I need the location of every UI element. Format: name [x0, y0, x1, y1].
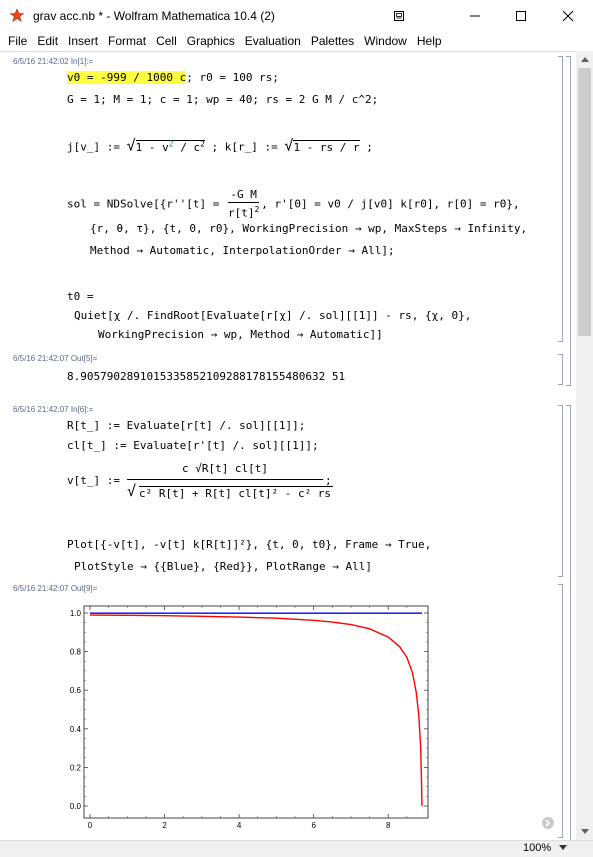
suggestions-arrow-icon[interactable]	[541, 816, 555, 830]
input-line-R[interactable]: R[t_] := Evaluate[r[t] /. sol][[1]];	[67, 419, 305, 433]
cell-label-in1: 6/5/16 21:42:02 In[1]:=	[13, 57, 94, 66]
x-tick-label: 8	[386, 821, 391, 828]
input-line-constants[interactable]: G = 1; M = 1; c = 1; wp = 40; rs = 2 G M…	[67, 93, 378, 107]
menu-graphics[interactable]: Graphics	[182, 31, 240, 51]
input-line-cl[interactable]: cl[t_] := Evaluate[r'[t] /. sol][[1]];	[67, 439, 319, 453]
input-text: v[t_] :=	[67, 474, 120, 487]
cell-label-out5: 6/5/16 21:42:07 Out[5]=	[13, 354, 98, 363]
cell-label-in6: 6/5/16 21:42:07 In[6]:=	[13, 405, 94, 414]
sqrt-sign: √	[126, 136, 136, 155]
vertical-scrollbar[interactable]	[576, 51, 593, 840]
plot-frame	[83, 605, 429, 819]
cell-frame-icon[interactable]	[376, 0, 422, 31]
input-line-v[interactable]: v[t_] :=	[67, 474, 120, 488]
y-tick-label: 0.4	[70, 725, 82, 734]
menu-evaluation[interactable]: Evaluation	[240, 31, 306, 51]
input-line-ndsolve[interactable]: sol = NDSolve[{r''[t] = -G Mr[t]2, r'[0]…	[67, 188, 520, 221]
x-tick-label: 6	[311, 821, 316, 828]
input-line-findroot-options[interactable]: WorkingPrecision → wp, Method → Automati…	[98, 328, 383, 342]
mathematica-icon	[9, 7, 25, 22]
cell-bracket-in6[interactable]	[558, 405, 563, 577]
zoom-level[interactable]: 100%	[523, 840, 551, 857]
y-tick-label: 0.8	[70, 648, 82, 657]
input-line-v0[interactable]: v0 = -999 / 1000 c; r0 = 100 rs;	[67, 71, 279, 85]
v-fraction-line	[127, 479, 323, 480]
x-tick-label: 4	[237, 821, 242, 828]
y-tick-label: 0.6	[70, 686, 82, 695]
menu-bar: File Edit Insert Format Cell Graphics Ev…	[0, 31, 593, 51]
exponent: 2	[254, 205, 260, 214]
menu-window[interactable]: Window	[359, 31, 412, 51]
scroll-down-arrow-icon[interactable]	[576, 823, 593, 840]
menu-edit[interactable]: Edit	[32, 31, 63, 51]
cell-label-out9: 6/5/16 21:42:07 Out[9]=	[13, 584, 98, 593]
fraction: -G Mr[t]2	[227, 188, 260, 221]
radicand-text: 1 - v	[135, 140, 169, 154]
plot-graphic[interactable]: 0 2 4 6 8 0.0 0.2 0.4 0.6 0.8 1.0	[56, 598, 436, 828]
input-text: ;	[359, 140, 373, 154]
x-tick-label: 2	[162, 821, 167, 828]
radicand-k: 1 - rs / r	[293, 139, 360, 154]
zoom-dropdown-icon[interactable]	[559, 845, 567, 850]
y-tick-label: 0.2	[70, 763, 82, 772]
y-tick-label: 0.0	[70, 802, 82, 811]
input-text: ; k[r_] :=	[204, 140, 285, 154]
close-button[interactable]	[545, 0, 591, 31]
scrollbar-thumb[interactable]	[578, 68, 591, 336]
v-denominator: √ c² R[t] + R[t] cl[t]² - c² rs	[127, 482, 334, 501]
v-numerator: c √R[t] cl[t]	[181, 462, 269, 475]
radicand-text: / c	[173, 140, 201, 154]
group-bracket-1[interactable]	[566, 56, 571, 386]
output-t0-value[interactable]: 8.9057902891015335852109288178155480632 …	[67, 370, 345, 384]
menu-cell[interactable]: Cell	[151, 31, 182, 51]
scroll-up-arrow-icon[interactable]	[576, 51, 593, 68]
menu-format[interactable]: Format	[103, 31, 151, 51]
semicolon: ;	[325, 474, 332, 487]
input-text: , r'[0] = v0 / j[v0] k[r0], r[0] = r0},	[261, 197, 520, 211]
notebook-area[interactable]: 6/5/16 21:42:02 In[1]:= v0 = -999 / 1000…	[0, 51, 576, 840]
input-line-plot[interactable]: Plot[{-v[t], -v[t] k[R[t]]²}, {t, 0, t0}…	[67, 538, 431, 552]
fraction-numerator: -G M	[227, 188, 260, 203]
minimize-button[interactable]	[452, 0, 498, 31]
cell-bracket-out5[interactable]	[558, 354, 563, 385]
input-line-j-k-definitions[interactable]: j[v_] := √1 - v2 / c2 ; k[r_] := √1 - rs…	[67, 137, 373, 155]
input-text: sol = NDSolve[{r''[t] =	[67, 197, 226, 211]
maximize-button[interactable]	[498, 0, 544, 31]
y-tick-label: 1.0	[70, 609, 82, 618]
menu-file[interactable]: File	[3, 31, 32, 51]
input-line-t0[interactable]: t0 =	[67, 290, 94, 304]
radicand-j: 1 - v2 / c2	[135, 139, 205, 154]
fraction-denominator: r[t]2	[228, 203, 259, 221]
denominator-text: c² R[t] + R[t] cl[t]² - c² rs	[139, 486, 334, 500]
sqrt-sign: √	[127, 482, 137, 500]
highlighted-text: v0 = -999 / 1000 c	[67, 71, 187, 84]
x-tick-label: 0	[88, 821, 93, 828]
menu-help[interactable]: Help	[412, 31, 447, 51]
cell-bracket-out9[interactable]	[558, 584, 563, 838]
input-line-findroot[interactable]: Quiet[χ /. FindRoot[Evaluate[r[χ] /. sol…	[74, 309, 471, 323]
cell-bracket-in1[interactable]	[558, 56, 563, 342]
menu-insert[interactable]: Insert	[63, 31, 103, 51]
input-line-ndsolve-options[interactable]: {r, θ, τ}, {t, 0, r0}, WorkingPrecision …	[90, 222, 527, 236]
status-bar	[0, 840, 593, 857]
denominator-text: r[t]	[227, 206, 255, 220]
input-text: ; r0 = 100 rs;	[186, 71, 279, 84]
input-line-ndsolve-method[interactable]: Method → Automatic, InterpolationOrder →…	[90, 244, 395, 258]
input-line-plot-style[interactable]: PlotStyle → {{Blue}, {Red}}, PlotRange →…	[74, 560, 372, 574]
input-text: j[v_] :=	[67, 140, 127, 154]
menu-palettes[interactable]: Palettes	[306, 31, 359, 51]
group-bracket-2[interactable]	[566, 405, 571, 840]
window-title: grav acc.nb * - Wolfram Mathematica 10.4…	[33, 8, 275, 23]
